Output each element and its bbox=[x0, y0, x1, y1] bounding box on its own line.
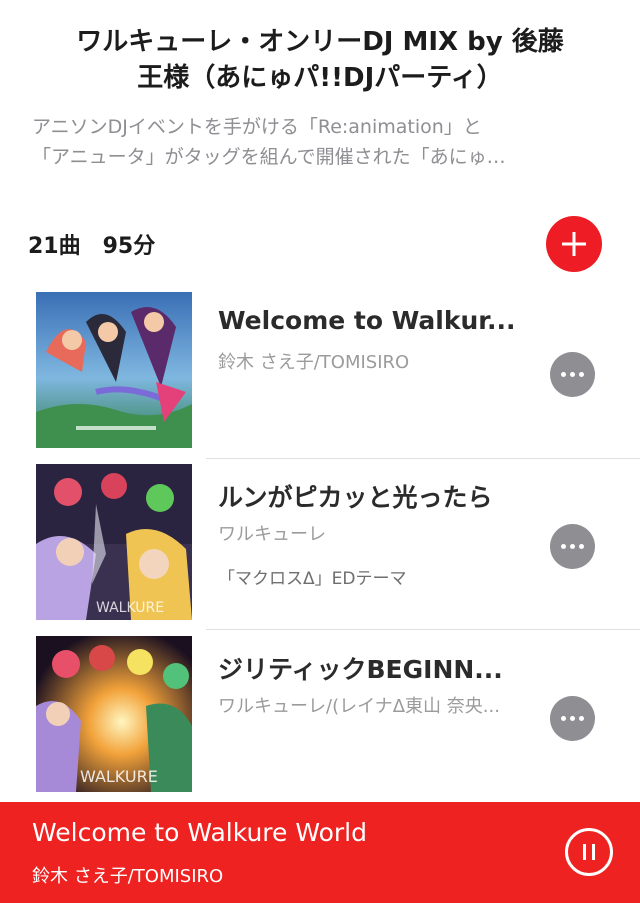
track-note: 「マクロスΔ」EDテーマ bbox=[218, 569, 407, 589]
album-art-image: WALKURE bbox=[36, 636, 192, 792]
playlist-title-line2: 王様（あにゅパ!!DJパーティ） bbox=[137, 63, 503, 93]
description-line1: アニソンDJイベントを手がける「Re:animation」と bbox=[32, 116, 482, 138]
track-title: ルンがピカッと光ったら bbox=[218, 483, 493, 512]
total-duration: 95分 bbox=[102, 234, 156, 259]
description-line2: 「アニュータ」がタッグを組んで開催された「あにゅ… bbox=[32, 146, 506, 168]
playlist-meta: 21曲 95分 bbox=[28, 228, 155, 260]
svg-text:WALKURE: WALKURE bbox=[80, 767, 158, 786]
album-art bbox=[36, 292, 192, 448]
more-button[interactable] bbox=[550, 524, 595, 569]
now-playing-artist: 鈴木 さえ子/TOMISIRO bbox=[32, 866, 224, 887]
now-playing-bar[interactable]: Welcome to Walkure World 鈴木 さえ子/TOMISIRO bbox=[0, 802, 640, 903]
album-art-image bbox=[36, 292, 192, 448]
more-button[interactable] bbox=[550, 696, 595, 741]
more-button[interactable] bbox=[550, 352, 595, 397]
track-row[interactable]: WALKURE ルンがピカッと光ったら ワルキューレ 「マクロスΔ」EDテーマ bbox=[0, 464, 640, 636]
album-art: WALKURE bbox=[36, 464, 192, 620]
add-button[interactable] bbox=[546, 216, 602, 272]
album-art: WALKURE bbox=[36, 636, 192, 792]
playlist-description[interactable]: アニソンDJイベントを手がける「Re:animation」と 「アニュータ」がタ… bbox=[32, 112, 612, 172]
divider bbox=[206, 629, 640, 630]
track-artist: ワルキューレ/(レイナΔ東山 奈央... bbox=[218, 696, 500, 717]
playlist-title: ワルキューレ・オンリーDJ MIX by 後藤 王様（あにゅパ!!DJパーティ） bbox=[40, 24, 600, 96]
ellipsis-icon bbox=[561, 716, 566, 721]
track-row[interactable]: Welcome to Walkur... 鈴木 さえ子/TOMISIRO bbox=[0, 292, 640, 464]
divider bbox=[206, 458, 640, 459]
playlist-title-line1: ワルキューレ・オンリーDJ MIX by 後藤 bbox=[76, 27, 564, 57]
svg-text:WALKURE: WALKURE bbox=[96, 600, 164, 616]
track-title: Welcome to Walkur... bbox=[218, 306, 516, 335]
pause-button[interactable] bbox=[565, 828, 613, 876]
track-artist: 鈴木 さえ子/TOMISIRO bbox=[218, 352, 410, 373]
track-artist: ワルキューレ bbox=[218, 524, 326, 545]
album-art-image: WALKURE bbox=[36, 464, 192, 620]
now-playing-title: Welcome to Walkure World bbox=[32, 818, 367, 847]
ellipsis-icon bbox=[561, 372, 566, 377]
ellipsis-icon bbox=[561, 544, 566, 549]
track-row[interactable]: WALKURE ジリティックBEGINN... ワルキューレ/(レイナΔ東山 奈… bbox=[0, 636, 640, 808]
track-count: 21曲 bbox=[28, 234, 81, 259]
track-title: ジリティックBEGINN... bbox=[218, 655, 503, 684]
